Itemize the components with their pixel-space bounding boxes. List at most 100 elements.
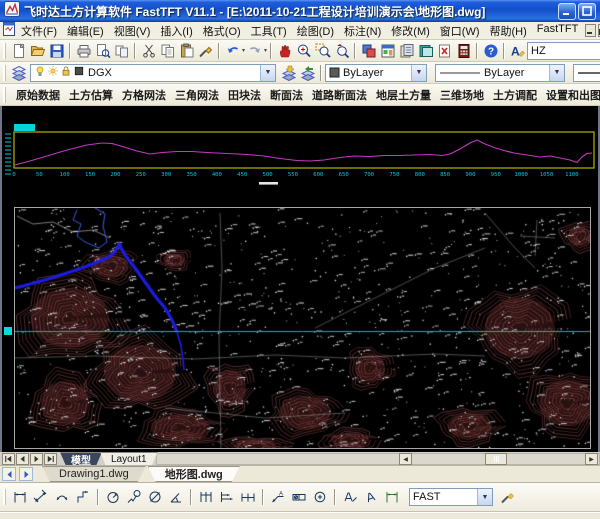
color-combo[interactable]: ByLayer ▼: [325, 64, 427, 82]
toolbar-grip[interactable]: [3, 489, 6, 505]
pan-button[interactable]: [275, 41, 294, 60]
match-properties-button[interactable]: [196, 41, 215, 60]
menu-item-6[interactable]: 工具(T): [246, 22, 292, 40]
text-style-combo[interactable]: HZ▼: [527, 42, 600, 60]
quick-calc-button[interactable]: [454, 41, 473, 60]
redo-button[interactable]: [245, 41, 264, 60]
fasttft-menu-11[interactable]: 设置和出图: [544, 85, 600, 105]
last-tab-button[interactable]: [44, 453, 57, 465]
fasttft-menu-2[interactable]: 土方估算: [67, 85, 115, 105]
toolbar-grip[interactable]: [3, 65, 6, 81]
dimension-edit-button[interactable]: [340, 487, 360, 507]
tool-palettes-button[interactable]: [397, 41, 416, 60]
new-button[interactable]: [9, 41, 28, 60]
fasttft-menu-3[interactable]: 方格网法: [120, 85, 168, 105]
chevron-down-icon[interactable]: ▼: [260, 65, 275, 81]
radius-dimension-button[interactable]: [103, 487, 123, 507]
chevron-down-icon[interactable]: ▼: [411, 65, 426, 81]
child-minimize-button[interactable]: [585, 24, 596, 37]
quick-leader-button[interactable]: A: [268, 487, 288, 507]
center-mark-button[interactable]: [310, 487, 330, 507]
fasttft-menu-10[interactable]: 土方调配: [491, 85, 539, 105]
bulb-icon[interactable]: [34, 65, 46, 80]
text-style-button[interactable]: A: [508, 41, 527, 60]
menu-item-7[interactable]: 绘图(D): [292, 22, 339, 40]
properties-button[interactable]: [359, 41, 378, 60]
plot-preview-button[interactable]: [93, 41, 112, 60]
fasttft-menu-8[interactable]: 地层土方量: [374, 85, 433, 105]
topographic-map-canvas[interactable]: [15, 208, 590, 448]
zoom-previous-button[interactable]: [332, 41, 351, 60]
zoom-realtime-button[interactable]: [294, 41, 313, 60]
layer-combo[interactable]: DGX ▼: [30, 64, 276, 82]
linear-dimension-button[interactable]: [10, 487, 30, 507]
plot-button[interactable]: [74, 41, 93, 60]
fasttft-menu-9[interactable]: 三维场地: [438, 85, 486, 105]
menu-item-3[interactable]: 视图(V): [109, 22, 156, 40]
quick-dimension-button[interactable]: [196, 487, 216, 507]
tab-model[interactable]: 模型: [60, 452, 102, 466]
dim-style-combo[interactable]: FAST▼: [409, 488, 493, 506]
menu-item-11[interactable]: 帮助(H): [485, 22, 532, 40]
scroll-right-button[interactable]: ▶: [585, 453, 598, 465]
save-button[interactable]: [47, 41, 66, 60]
paste-button[interactable]: [177, 41, 196, 60]
markup-button[interactable]: [435, 41, 454, 60]
make-layer-current-button[interactable]: [279, 63, 298, 82]
fasttft-menu-4[interactable]: 三角网法: [173, 85, 221, 105]
dimension-style-button[interactable]: [498, 487, 518, 507]
profile-section-view[interactable]: 0501001502002503003504004505005506006507…: [2, 106, 600, 202]
layer-previous-button[interactable]: [298, 63, 317, 82]
toolbar-grip[interactable]: [3, 87, 6, 103]
menu-item-2[interactable]: 编辑(E): [62, 22, 109, 40]
first-tab-button[interactable]: [2, 453, 15, 465]
baseline-dimension-button[interactable]: [217, 487, 237, 507]
continue-dimension-button[interactable]: [238, 487, 258, 507]
menu-item-1[interactable]: 文件(F): [16, 22, 62, 40]
layer-properties-manager-button[interactable]: [9, 63, 28, 82]
chevron-down-icon[interactable]: ▼: [477, 489, 492, 505]
copy-button[interactable]: [158, 41, 177, 60]
doc-tab-drawing1[interactable]: Drawing1.dwg: [42, 466, 146, 482]
doc-tab-dixingtu[interactable]: 地形图.dwg: [148, 466, 240, 482]
lineweight-combo[interactable]: [573, 64, 600, 82]
tolerance-button[interactable]: [289, 487, 309, 507]
section-line-grip[interactable]: [4, 327, 12, 335]
tab-layout1[interactable]: Layout1: [100, 452, 158, 466]
design-center-button[interactable]: [378, 41, 397, 60]
open-button[interactable]: [28, 41, 47, 60]
next-tab-button[interactable]: [30, 453, 43, 465]
sun-icon[interactable]: [47, 65, 59, 80]
aligned-dimension-button[interactable]: [31, 487, 51, 507]
previous-tab-button[interactable]: [16, 453, 29, 465]
lock-icon[interactable]: [60, 65, 72, 80]
fasttft-menu-6[interactable]: 断面法: [268, 85, 305, 105]
color-swatch-icon[interactable]: [73, 65, 85, 80]
diameter-dimension-button[interactable]: [145, 487, 165, 507]
zoom-window-button[interactable]: [313, 41, 332, 60]
toolbar-grip[interactable]: [3, 43, 6, 59]
linetype-combo[interactable]: ByLayer ▼: [435, 64, 565, 82]
dimension-update-button[interactable]: [382, 487, 402, 507]
cut-button[interactable]: [139, 41, 158, 60]
minimize-button[interactable]: [558, 3, 576, 20]
chevron-down-icon[interactable]: ▼: [549, 65, 564, 81]
menu-item-5[interactable]: 格式(O): [198, 22, 246, 40]
horizontal-scrollbar-track[interactable]: [156, 453, 600, 465]
doc-tab-right-button[interactable]: [19, 467, 33, 481]
menu-item-12[interactable]: FastTFT: [532, 22, 584, 40]
fasttft-menu-5[interactable]: 田块法: [226, 85, 263, 105]
scroll-left-button[interactable]: ◀: [399, 453, 412, 465]
doc-tab-left-button[interactable]: [2, 467, 16, 481]
jogged-dimension-button[interactable]: [124, 487, 144, 507]
redo-caret-button[interactable]: ▾: [264, 41, 267, 60]
fasttft-menu-7[interactable]: 道路断面法: [310, 85, 369, 105]
maximize-button[interactable]: [578, 3, 596, 20]
arc-length-button[interactable]: [52, 487, 72, 507]
menu-item-9[interactable]: 修改(M): [386, 22, 435, 40]
document-icon[interactable]: [2, 22, 16, 39]
menu-item-8[interactable]: 标注(N): [339, 22, 386, 40]
ordinate-dimension-button[interactable]: [73, 487, 93, 507]
menu-item-10[interactable]: 窗口(W): [435, 22, 485, 40]
menu-item-4[interactable]: 插入(I): [155, 22, 197, 40]
